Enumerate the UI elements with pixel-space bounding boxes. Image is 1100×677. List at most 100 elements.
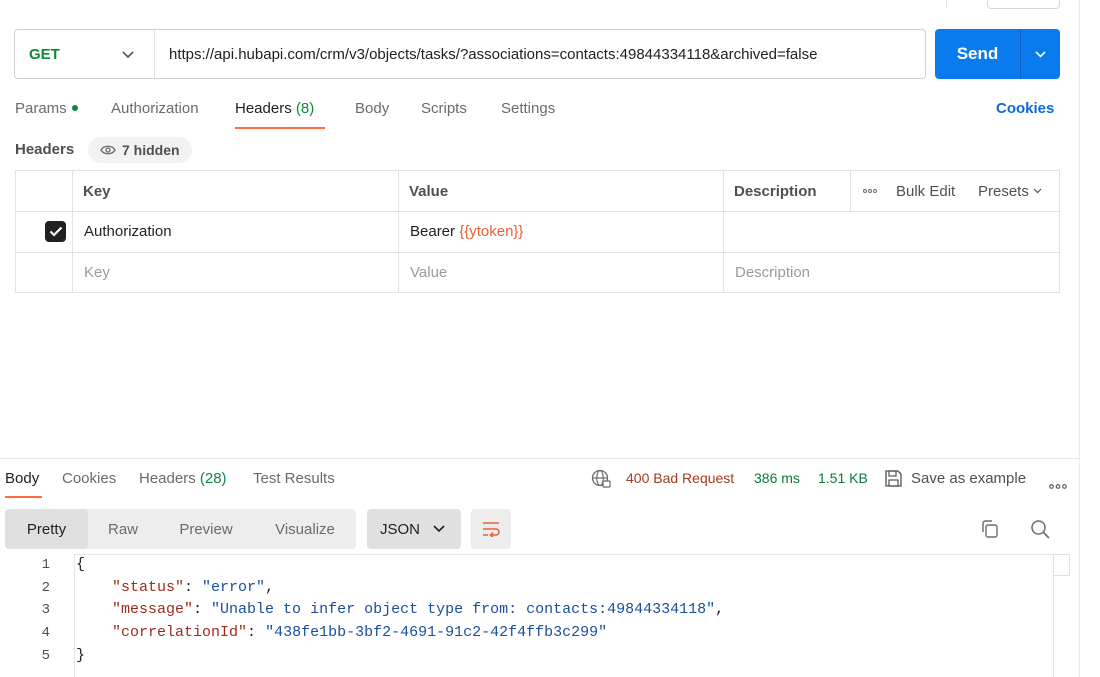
- chevron-down-icon: [1035, 50, 1046, 58]
- col-divider: [723, 171, 724, 292]
- tab-headers-count: (8): [295, 100, 315, 117]
- search-icon: [1031, 520, 1050, 539]
- network-globe-icon[interactable]: [591, 469, 611, 492]
- tab-params-label: Params: [15, 100, 67, 117]
- pane-right-border: [1079, 0, 1080, 677]
- code-line[interactable]: "correlationId": "438fe1bb-3bf2-4691-91c…: [76, 624, 607, 641]
- view-mode-switcher: Pretty Raw Preview Visualize: [5, 509, 356, 549]
- line-number: 1: [41, 557, 50, 573]
- header-description-field[interactable]: [735, 211, 1055, 252]
- code-line[interactable]: {: [76, 556, 85, 573]
- wrap-lines-icon: [483, 522, 500, 537]
- line-number: 4: [41, 625, 50, 641]
- column-header-description: Description: [734, 182, 817, 200]
- tab-settings[interactable]: Settings: [501, 100, 555, 117]
- response-tab-cookies[interactable]: Cookies: [62, 470, 116, 487]
- checkmark-icon: [45, 221, 66, 242]
- header-value-text: Bearer: [410, 223, 460, 240]
- col-divider: [850, 171, 851, 211]
- bulk-edit-button[interactable]: Bulk Edit: [896, 171, 955, 211]
- chevron-down-icon: [122, 46, 134, 62]
- response-tab-headers-count: (28): [199, 470, 227, 487]
- response-tab-headers[interactable]: Headers (28): [139, 470, 227, 487]
- line-number: 5: [41, 648, 50, 664]
- line-number: 3: [41, 602, 50, 618]
- tab-body[interactable]: Body: [355, 100, 389, 117]
- view-mode-pretty[interactable]: Pretty: [5, 509, 88, 549]
- presets-dropdown[interactable]: Presets: [978, 171, 1042, 211]
- method-select[interactable]: GET: [15, 30, 155, 78]
- more-options-icon[interactable]: [1049, 476, 1067, 492]
- new-key-input[interactable]: Key: [84, 252, 110, 292]
- response-divider: [0, 458, 1079, 459]
- response-tab-headers-label: Headers: [139, 470, 196, 487]
- view-mode-raw[interactable]: Raw: [88, 509, 158, 549]
- response-tab-body[interactable]: Body: [5, 470, 39, 487]
- search-button[interactable]: [1028, 517, 1052, 541]
- tab-headers-label: Headers: [235, 100, 292, 117]
- json-comma: ,: [265, 579, 275, 596]
- header-key-field[interactable]: Authorization: [84, 211, 172, 252]
- code-line[interactable]: }: [76, 647, 85, 664]
- header-row-checkbox[interactable]: [45, 211, 66, 252]
- top-right-control[interactable]: [987, 0, 1060, 9]
- code-gutter-border: [74, 555, 75, 677]
- code-line[interactable]: "status": "error",: [76, 579, 274, 596]
- code-top-border: [74, 554, 1070, 555]
- save-as-example-button[interactable]: Save as example: [884, 469, 1026, 488]
- hidden-headers-toggle[interactable]: 7 hidden: [88, 137, 192, 163]
- response-tab-test-results[interactable]: Test Results: [253, 470, 335, 487]
- send-button[interactable]: Send: [935, 29, 1060, 79]
- headers-table: Key Value Description Bulk Edit Presets …: [15, 170, 1060, 293]
- chevron-down-icon: [1033, 188, 1042, 194]
- top-divider: [946, 0, 947, 8]
- tab-authorization[interactable]: Authorization: [111, 100, 199, 117]
- chevron-down-icon: [433, 525, 445, 533]
- response-status[interactable]: 400 Bad Request: [626, 470, 734, 486]
- params-indicator-dot: [71, 105, 78, 112]
- presets-label: Presets: [978, 182, 1029, 200]
- send-label: Send: [956, 44, 999, 63]
- tab-scripts[interactable]: Scripts: [421, 100, 467, 117]
- response-size[interactable]: 1.51 KB: [818, 470, 868, 486]
- view-mode-visualize[interactable]: Visualize: [254, 509, 356, 549]
- more-options-icon[interactable]: [863, 171, 877, 211]
- tab-params[interactable]: Params: [15, 100, 78, 117]
- new-description-input[interactable]: Description: [735, 252, 810, 292]
- json-value: "Unable to infer object type from: conta…: [211, 601, 716, 618]
- json-comma: ,: [715, 601, 725, 618]
- json-value: "error": [202, 579, 266, 596]
- code-scrollbar-corner: [1053, 554, 1070, 576]
- new-value-input[interactable]: Value: [410, 252, 447, 292]
- json-key: "correlationId": [112, 624, 248, 641]
- header-value-field[interactable]: Bearer {{ytoken}}: [410, 211, 523, 252]
- line-number: 2: [41, 580, 50, 596]
- copy-button[interactable]: [978, 517, 1002, 541]
- json-key: "status": [112, 579, 185, 596]
- url-input[interactable]: https://api.hubapi.com/crm/v3/objects/ta…: [155, 46, 817, 63]
- format-select[interactable]: JSON: [367, 509, 461, 549]
- col-divider: [398, 171, 399, 292]
- response-tab-underline: [5, 496, 42, 498]
- col-divider: [72, 171, 73, 292]
- code-line[interactable]: "message": "Unable to infer object type …: [76, 601, 724, 618]
- json-brace: {: [76, 556, 86, 573]
- hidden-headers-label: 7 hidden: [122, 142, 180, 158]
- header-value-variable: {{ytoken}}: [459, 223, 524, 240]
- json-brace: }: [76, 647, 86, 664]
- save-icon: [885, 470, 902, 487]
- row-divider: [16, 252, 1059, 253]
- response-time[interactable]: 386 ms: [754, 470, 800, 486]
- send-options-button[interactable]: [1021, 50, 1060, 58]
- copy-icon: [982, 520, 998, 538]
- cookies-link[interactable]: Cookies: [996, 100, 1054, 117]
- wrap-lines-button[interactable]: [471, 509, 511, 549]
- json-key: "message": [112, 601, 194, 618]
- method-label: GET: [29, 45, 60, 63]
- view-mode-preview[interactable]: Preview: [158, 509, 254, 549]
- headers-section-title: Headers: [15, 141, 75, 158]
- active-tab-underline: [235, 127, 325, 129]
- eye-icon: [100, 145, 116, 155]
- column-header-value: Value: [409, 182, 449, 200]
- tab-headers[interactable]: Headers (8): [235, 100, 314, 117]
